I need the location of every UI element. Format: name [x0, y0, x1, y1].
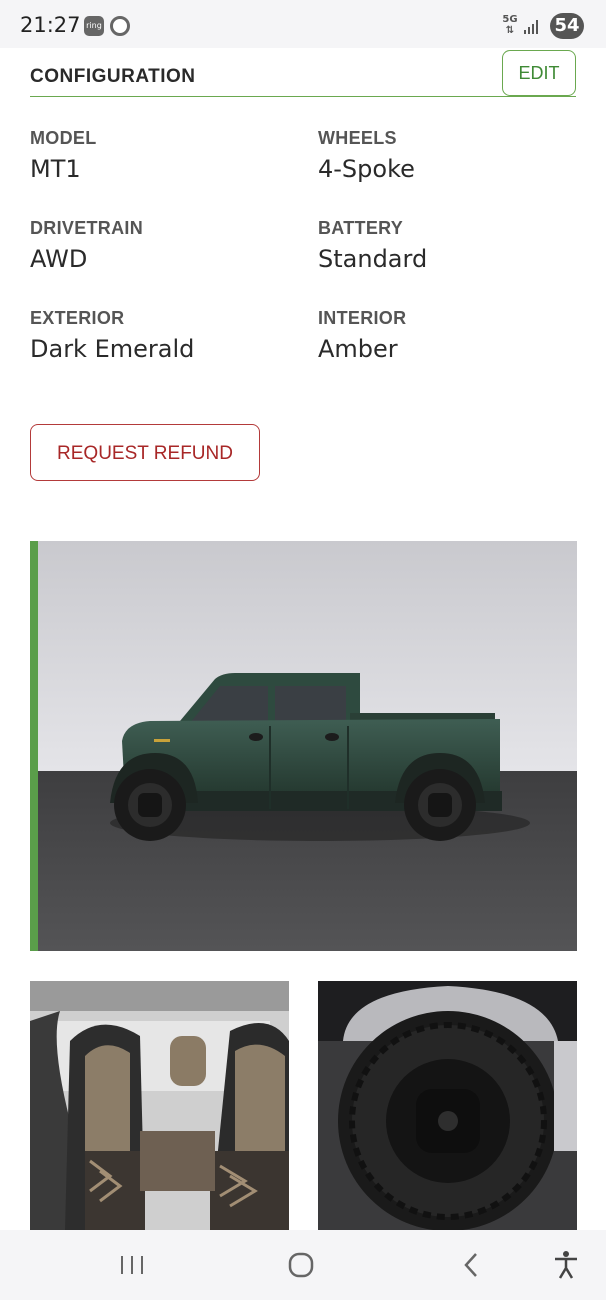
request-refund-button[interactable]: REQUEST REFUND	[30, 424, 260, 481]
spec-drivetrain: DRIVETRAIN AWD	[30, 218, 143, 273]
spec-value: AWD	[30, 245, 88, 273]
back-icon[interactable]	[454, 1248, 488, 1282]
spec-value: 4-Spoke	[318, 155, 415, 183]
edit-button[interactable]: EDIT	[502, 50, 576, 96]
system-nav-bar	[0, 1230, 606, 1300]
ring-icon: ring	[84, 16, 104, 36]
section-title: CONFIGURATION	[30, 66, 196, 87]
chrome-icon	[110, 16, 130, 36]
spec-wheels: WHEELS 4-Spoke	[318, 128, 415, 183]
spec-exterior: EXTERIOR Dark Emerald	[30, 308, 194, 363]
home-icon[interactable]	[284, 1248, 318, 1282]
spec-battery: BATTERY Standard	[318, 218, 427, 273]
wheel-closeup-image[interactable]	[318, 981, 577, 1230]
spec-model: MODEL MT1	[30, 128, 97, 183]
battery-indicator: 54	[550, 13, 584, 39]
status-bar: 21:27 ring 5G ⇅ 54	[0, 0, 606, 48]
signal-icon	[524, 20, 538, 34]
spec-value: Standard	[318, 245, 428, 273]
network-5g-icon: 5G ⇅	[502, 14, 518, 36]
spec-label: WHEELS	[318, 128, 397, 148]
status-time: 21:27	[20, 13, 81, 37]
truck-illustration	[30, 541, 577, 951]
configuration-header: CONFIGURATION EDIT	[30, 48, 576, 97]
hero-accent-bar	[30, 541, 38, 951]
truck-side-view-image[interactable]	[30, 541, 577, 951]
spec-label: DRIVETRAIN	[30, 218, 144, 238]
spec-label: BATTERY	[318, 218, 404, 238]
recent-apps-icon[interactable]	[115, 1248, 149, 1282]
spec-value: MT1	[30, 155, 81, 183]
spec-interior: INTERIOR Amber	[318, 308, 406, 363]
spec-label: MODEL	[30, 128, 97, 148]
main-content[interactable]: CONFIGURATION EDIT MODEL MT1 WHEELS 4-Sp…	[0, 48, 606, 1230]
interior-illustration	[30, 981, 289, 1230]
accessibility-icon[interactable]	[549, 1248, 583, 1282]
wheel-illustration	[318, 981, 577, 1230]
interior-seats-image[interactable]	[30, 981, 289, 1230]
spec-value: Amber	[318, 335, 398, 363]
spec-label: INTERIOR	[318, 308, 407, 328]
spec-label: EXTERIOR	[30, 308, 125, 328]
spec-value: Dark Emerald	[30, 335, 195, 363]
